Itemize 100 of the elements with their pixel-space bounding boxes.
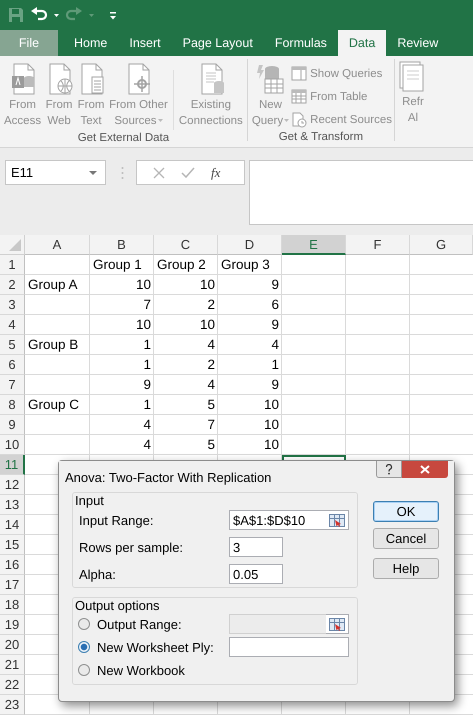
table-cell-text: 10 — [198, 316, 216, 334]
dialog-title: Anova: Two-Factor With Replication — [65, 470, 272, 485]
row-header[interactable]: 18 — [0, 595, 25, 615]
row-header[interactable]: 4 — [0, 315, 25, 335]
input-field[interactable]: 3 — [229, 537, 283, 557]
table-cell-text: 9 — [270, 376, 280, 394]
table-cell-text: 10 — [262, 396, 280, 414]
row-header[interactable]: 17 — [0, 575, 25, 595]
group-label: Get External Data — [76, 131, 170, 146]
table-cell-text: 4 — [142, 436, 152, 454]
row-header[interactable]: 12 — [0, 475, 25, 495]
select-all-icon[interactable] — [8, 238, 22, 252]
dialog-button[interactable]: OK — [373, 501, 439, 522]
column-header[interactable]: A — [25, 235, 90, 255]
row-header[interactable]: 11 — [0, 455, 25, 475]
table-cell-text: 4 — [142, 416, 152, 434]
row-header[interactable]: 10 — [0, 435, 25, 455]
field-label: Input Range: — [79, 512, 154, 528]
table-cell-text: 5 — [206, 396, 216, 414]
table-cell-text: 2 — [206, 356, 216, 374]
range-picker-icon — [329, 618, 345, 630]
row-header[interactable]: 9 — [0, 415, 25, 435]
name-box[interactable]: E11 — [5, 160, 106, 185]
cancel-icon[interactable] — [153, 166, 165, 178]
radio-button[interactable] — [78, 664, 90, 676]
row-header[interactable]: 7 — [0, 375, 25, 395]
caret-icon — [89, 170, 97, 176]
table-cell-text: 10 — [134, 276, 152, 294]
undo-icon[interactable] — [30, 7, 48, 23]
column-header[interactable]: E — [282, 235, 346, 255]
document-clock-icon — [291, 112, 308, 128]
table-cell-text: Group C — [27, 396, 80, 414]
table-cell-text: 9 — [270, 276, 280, 294]
row-header[interactable]: 8 — [0, 395, 25, 415]
range-picker-button[interactable] — [326, 614, 349, 634]
group-legend: Output options — [75, 598, 357, 613]
column-header[interactable]: F — [346, 235, 410, 255]
radio-button[interactable] — [78, 641, 90, 653]
close-button[interactable] — [402, 461, 448, 478]
column-header[interactable]: B — [90, 235, 154, 255]
row-header[interactable]: 5 — [0, 335, 25, 355]
table-cell-text: 5 — [206, 436, 216, 454]
row-header[interactable]: 23 — [0, 695, 25, 715]
row-header[interactable]: 22 — [0, 675, 25, 695]
table-cell-text: Group 2 — [156, 256, 207, 274]
insert-function-button[interactable]: fx — [211, 164, 220, 180]
table-cell-text: 10 — [134, 316, 152, 334]
row-header[interactable]: 19 — [0, 615, 25, 635]
radio-label[interactable]: New Workbook — [97, 662, 185, 678]
field-label: Alpha: — [79, 566, 117, 582]
caret-icon[interactable] — [54, 14, 59, 16]
help-icon — [385, 464, 393, 474]
table-cell-text: 4 — [270, 336, 280, 354]
table-cell-text: 7 — [142, 296, 152, 314]
table-cell-text: 1 — [142, 336, 152, 354]
row-header[interactable]: 14 — [0, 515, 25, 535]
row-header[interactable]: 13 — [0, 495, 25, 515]
save-icon[interactable] — [8, 7, 24, 23]
ribbon-tab[interactable]: Home — [63, 30, 118, 56]
row-header[interactable]: 1 — [0, 255, 25, 275]
group-label: Get & Transform — [278, 130, 364, 145]
row-header[interactable]: 15 — [0, 535, 25, 555]
ribbon-tab[interactable]: Page Layout — [172, 30, 264, 56]
check-icon[interactable] — [181, 166, 195, 178]
row-header[interactable]: 2 — [0, 275, 25, 295]
column-header[interactable]: C — [154, 235, 218, 255]
row-header[interactable]: 20 — [0, 635, 25, 655]
radio-label[interactable]: New Worksheet Ply: — [97, 640, 214, 654]
ribbon-tab[interactable]: Insert — [118, 30, 172, 56]
table-cell-text: 1 — [142, 396, 152, 414]
row-header[interactable]: 3 — [0, 295, 25, 315]
row-header[interactable]: 21 — [0, 655, 25, 675]
table-cell-text: 10 — [262, 416, 280, 434]
ribbon-tab[interactable]: Formulas — [264, 30, 338, 56]
dialog-button[interactable]: Help — [373, 558, 439, 579]
ribbon-tab[interactable]: Data — [338, 30, 386, 56]
dialog-button[interactable]: Cancel — [373, 528, 439, 549]
table-cell-text: Group 3 — [220, 256, 271, 274]
help-button[interactable] — [376, 461, 402, 478]
table-cell-text: Group A — [27, 276, 79, 294]
caret-icon — [89, 14, 94, 16]
table-cell-text: 1 — [142, 356, 152, 374]
field-label: Rows per sample: — [79, 540, 184, 554]
column-header[interactable]: G — [410, 235, 473, 255]
table-cell-text: 9 — [142, 376, 152, 394]
row-header[interactable]: 6 — [0, 355, 25, 375]
table-cell-text: 10 — [262, 436, 280, 454]
table-cell-text: 10 — [198, 276, 216, 294]
input-field[interactable] — [229, 637, 349, 657]
input-field[interactable]: 0.05 — [229, 564, 283, 584]
table-cell-text: 4 — [206, 336, 216, 354]
row-header[interactable]: 16 — [0, 555, 25, 575]
group-legend: Input — [75, 493, 357, 508]
ribbon-tab[interactable]: Review — [386, 30, 450, 56]
window-icon — [291, 66, 308, 82]
redo-icon — [65, 7, 83, 23]
column-header[interactable]: D — [218, 235, 282, 255]
table-cell-text: Group B — [27, 336, 80, 354]
formula-input[interactable] — [249, 160, 473, 225]
database-table-icon — [256, 63, 284, 95]
